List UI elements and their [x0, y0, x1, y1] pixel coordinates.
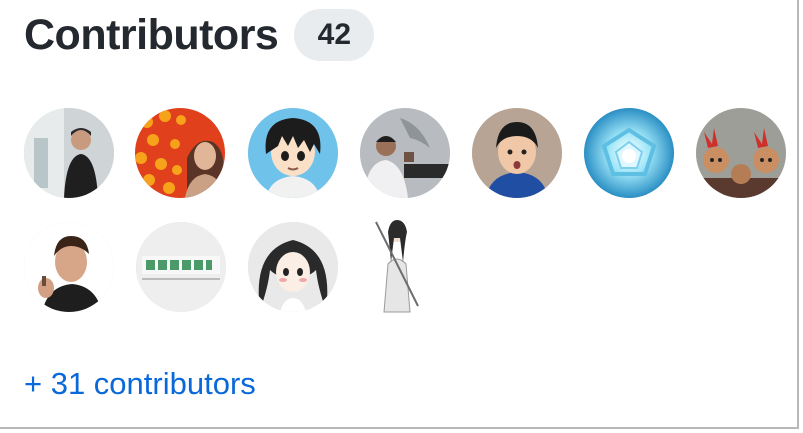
- avatar-contributor-11[interactable]: [362, 214, 432, 314]
- avatar-contributor-1[interactable]: [24, 108, 114, 198]
- avatar-contributor-6[interactable]: [584, 108, 674, 198]
- contributor-avatar-grid: [0, 0, 800, 330]
- avatar-image: [135, 108, 225, 198]
- avatar-image: [362, 214, 432, 314]
- avatar-contributor-3[interactable]: [248, 108, 338, 198]
- avatar-contributor-9[interactable]: [136, 222, 226, 312]
- avatar-image: [472, 108, 562, 198]
- avatar-contributor-2[interactable]: [135, 108, 225, 198]
- avatar-contributor-8[interactable]: [24, 222, 114, 312]
- avatar-image: [248, 222, 338, 312]
- avatar-contributor-10[interactable]: [248, 222, 338, 312]
- avatar-image: [24, 222, 114, 312]
- avatar-contributor-7[interactable]: [696, 108, 786, 198]
- avatar-contributor-5[interactable]: [472, 108, 562, 198]
- avatar-image: [248, 108, 338, 198]
- avatar-image: [24, 108, 114, 198]
- avatar-image: [136, 222, 226, 312]
- avatar-image: [360, 108, 450, 198]
- avatar-image: [584, 108, 674, 198]
- avatar-image: [696, 108, 786, 198]
- avatar-contributor-4[interactable]: [360, 108, 450, 198]
- contributors-card: Contributors 42 + 31 contributors: [0, 0, 799, 429]
- more-contributors-link[interactable]: + 31 contributors: [24, 368, 256, 399]
